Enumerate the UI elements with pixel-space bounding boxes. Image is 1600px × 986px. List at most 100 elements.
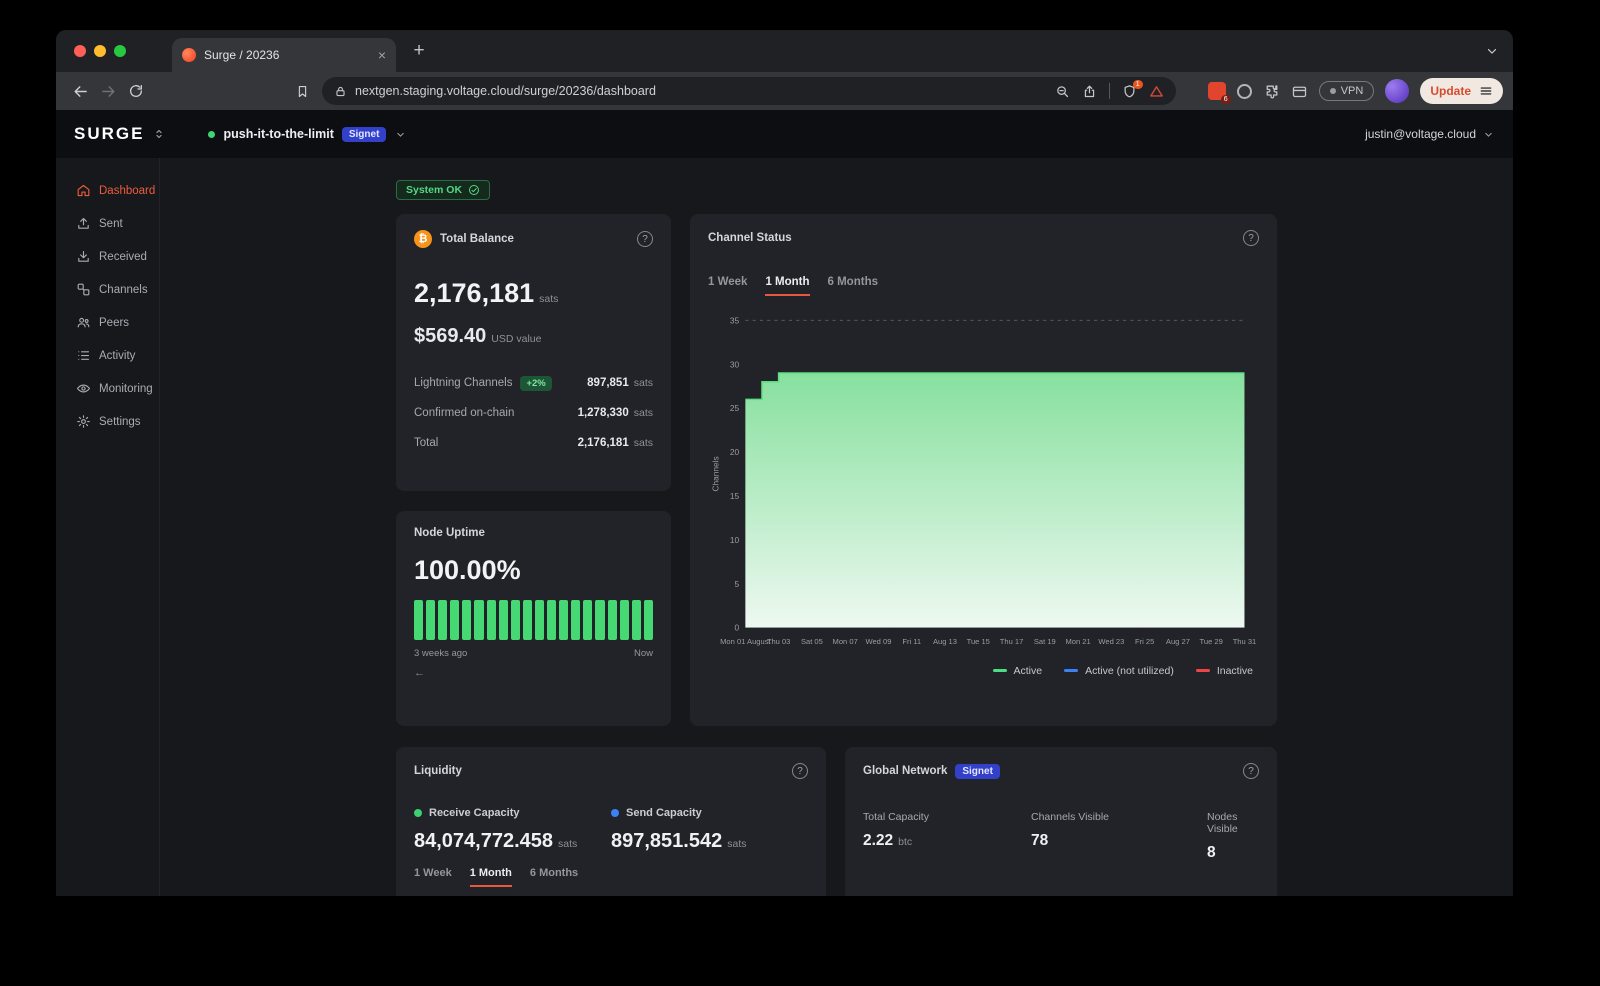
- sidebar-item-label: Monitoring: [99, 383, 153, 395]
- help-icon[interactable]: ?: [637, 231, 653, 247]
- uptime-bar: [620, 600, 629, 640]
- wallet-icon[interactable]: [1291, 83, 1308, 100]
- system-status-badge: System OK: [396, 180, 490, 200]
- address-bar[interactable]: nextgen.staging.voltage.cloud/surge/2023…: [322, 77, 1176, 105]
- svg-text:Sat 19: Sat 19: [1034, 637, 1056, 646]
- update-button[interactable]: Update: [1420, 78, 1503, 104]
- stat-label: Nodes Visible: [1207, 811, 1259, 835]
- dashboard-content[interactable]: System OK ₿ Total Balance ?: [160, 158, 1513, 896]
- browser-tab[interactable]: Surge / 20236 ×: [172, 38, 396, 72]
- tab-6-months[interactable]: 6 Months: [828, 276, 878, 296]
- adblock-extension-icon[interactable]: 6: [1208, 82, 1226, 100]
- stat-label: Channels Visible: [1031, 811, 1207, 823]
- balance-breakdown: Lightning Channels +2% 897,851sats Confi…: [414, 368, 653, 458]
- node-uptime-card: Node Uptime 100.00% 3 weeks ago Now ←: [396, 511, 671, 726]
- uptime-bar: [608, 600, 617, 640]
- new-tab-button[interactable]: +: [404, 36, 434, 66]
- total-balance-usd: $569.40USD value: [414, 325, 653, 348]
- fullscreen-window-button[interactable]: [114, 45, 126, 57]
- legend-label: Active (not utilized): [1085, 665, 1174, 677]
- usd-amount: $569.40: [414, 325, 486, 347]
- uptime-bar: [426, 600, 435, 640]
- sidebar-item-settings[interactable]: Settings: [56, 405, 159, 438]
- sidebar-item-channels[interactable]: Channels: [56, 273, 159, 306]
- uptime-back-arrow[interactable]: ←: [414, 667, 653, 679]
- tab-1-week[interactable]: 1 Week: [708, 276, 747, 296]
- account-menu[interactable]: justin@voltage.cloud: [1365, 127, 1495, 141]
- menu-hamburger-icon[interactable]: [1479, 84, 1493, 98]
- tab-1-week[interactable]: 1 Week: [414, 867, 452, 887]
- uptime-bar: [644, 600, 653, 640]
- adblock-badge: 6: [1221, 95, 1231, 104]
- chevron-down-icon: [394, 128, 407, 141]
- svg-text:15: 15: [730, 491, 740, 501]
- card-title: Global Network: [863, 765, 947, 777]
- tab-close-icon[interactable]: ×: [378, 47, 386, 63]
- forward-button[interactable]: [94, 77, 122, 105]
- tab-search-chevron-icon[interactable]: [1485, 44, 1499, 58]
- shield-extension-icon[interactable]: 1: [1122, 84, 1137, 99]
- channel-status-card: Channel Status ? 1 Week 1 Month 6 Months…: [690, 214, 1277, 726]
- svg-text:Fri 25: Fri 25: [1135, 637, 1154, 646]
- row-label: Lightning Channels: [414, 377, 512, 389]
- node-status-dot: [208, 131, 215, 138]
- sidebar-item-activity[interactable]: Activity: [56, 339, 159, 372]
- channel-chart: 05101520253035Mon 01 AugustThu 03Sat 05M…: [708, 310, 1259, 655]
- svg-text:Wed 09: Wed 09: [865, 637, 891, 646]
- sidebar-item-received[interactable]: Received: [56, 240, 159, 273]
- back-button[interactable]: [66, 77, 94, 105]
- sidebar-item-sent[interactable]: Sent: [56, 207, 159, 240]
- stat-value: 2.22: [863, 832, 893, 849]
- network-badge: Signet: [955, 764, 1000, 779]
- sidebar-item-peers[interactable]: Peers: [56, 306, 159, 339]
- activity-list-icon: [76, 348, 91, 363]
- svg-text:Tue 15: Tue 15: [967, 637, 990, 646]
- help-icon[interactable]: ?: [1243, 763, 1259, 779]
- unit-label: sats: [727, 838, 746, 850]
- vpn-button[interactable]: VPN: [1319, 81, 1375, 101]
- check-circle-icon: [468, 184, 480, 196]
- account-email: justin@voltage.cloud: [1365, 127, 1476, 141]
- help-icon[interactable]: ?: [1243, 230, 1259, 246]
- extensions-puzzle-icon[interactable]: [1263, 83, 1280, 100]
- unit-label: sats: [634, 437, 653, 449]
- tab-1-month[interactable]: 1 Month: [470, 867, 512, 887]
- toolbar-right-cluster: 6 VPN Update: [1208, 78, 1503, 104]
- zoom-out-icon[interactable]: [1055, 84, 1070, 99]
- svg-text:20: 20: [730, 447, 740, 457]
- minimize-window-button[interactable]: [94, 45, 106, 57]
- sidebar-item-label: Dashboard: [99, 185, 155, 197]
- tab-favicon-icon: [182, 48, 196, 62]
- url-text[interactable]: nextgen.staging.voltage.cloud/surge/2023…: [355, 84, 1047, 98]
- balance-row-lightning: Lightning Channels +2% 897,851sats: [414, 368, 653, 398]
- arrow-up-tray-icon: [76, 216, 91, 231]
- tab-6-months[interactable]: 6 Months: [530, 867, 578, 887]
- tab-title: Surge / 20236: [204, 48, 370, 62]
- chevron-down-icon: [1482, 128, 1495, 141]
- warning-extension-icon[interactable]: [1149, 84, 1164, 99]
- tab-1-month[interactable]: 1 Month: [765, 276, 809, 296]
- node-selector[interactable]: push-it-to-the-limit Signet: [208, 127, 407, 142]
- privacy-extension-icon[interactable]: [1237, 84, 1252, 99]
- uptime-bar: [547, 600, 556, 640]
- stat-value: 78: [1031, 832, 1048, 849]
- legend-swatch: [993, 669, 1007, 673]
- reload-button[interactable]: [122, 77, 150, 105]
- share-icon[interactable]: [1082, 84, 1097, 99]
- send-label: Send Capacity: [626, 807, 702, 819]
- profile-avatar[interactable]: [1385, 79, 1409, 103]
- home-icon: [76, 183, 91, 198]
- surge-app: SURGE push-it-to-the-limit Signet justin…: [56, 110, 1513, 896]
- site-security-lock-icon[interactable]: [334, 85, 347, 98]
- uptime-bar: [535, 600, 544, 640]
- help-icon[interactable]: ?: [792, 763, 808, 779]
- stat-nodes-visible: Nodes Visible 8: [1207, 811, 1259, 862]
- card-title: Liquidity: [414, 765, 462, 777]
- node-switcher-icon[interactable]: [152, 127, 166, 141]
- arrow-down-tray-icon: [76, 249, 91, 264]
- bookmark-icon[interactable]: [288, 77, 316, 105]
- sidebar-item-dashboard[interactable]: Dashboard: [56, 174, 159, 207]
- sidebar-item-monitoring[interactable]: Monitoring: [56, 372, 159, 405]
- shield-badge: 1: [1133, 80, 1143, 89]
- close-window-button[interactable]: [74, 45, 86, 57]
